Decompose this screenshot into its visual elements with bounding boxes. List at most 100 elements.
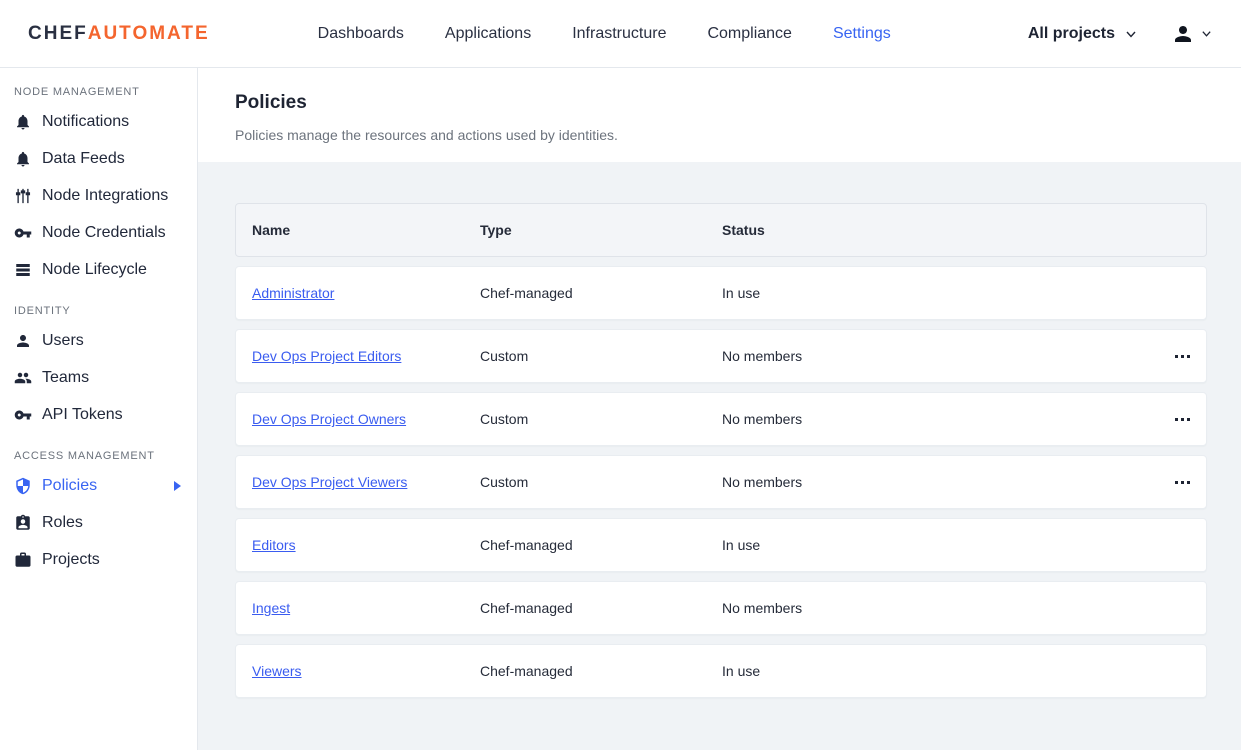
- table-row: Dev Ops Project Owners CustomNo members: [235, 392, 1207, 446]
- triangle-right-icon[interactable]: [174, 481, 181, 491]
- sidebar-section-access-management: ACCESS MANAGEMENTPoliciesRolesProjects: [0, 450, 197, 578]
- rows-icon: [14, 261, 32, 279]
- sidebar-section-node-management: NODE MANAGEMENT Notifications Data Feeds No…: [0, 86, 197, 288]
- policy-status-cell: In use: [722, 537, 1158, 553]
- policy-link[interactable]: Dev Ops Project Editors: [252, 348, 401, 364]
- nav-item-dashboards[interactable]: Dashboards: [318, 25, 404, 43]
- group-icon: [14, 369, 32, 387]
- sidebar-item-label: API Tokens: [42, 406, 123, 424]
- key-icon: [14, 224, 32, 242]
- nav-item-settings[interactable]: Settings: [833, 25, 891, 43]
- sidebar-item-node-lifecycle[interactable]: Node Lifecycle: [0, 251, 197, 288]
- shield-icon: [14, 477, 32, 495]
- policy-type-cell: Custom: [480, 474, 722, 490]
- sidebar-section-identity: IDENTITY Users Teams API Tokens: [0, 305, 197, 433]
- top-navigation: Dashboards Applications Infrastructure Comp…: [318, 25, 891, 43]
- policy-name-cell: Viewers: [236, 663, 480, 679]
- chef-automate-logo[interactable]: CHEFAUTOMATE: [28, 23, 210, 45]
- sidebar-item-node-credentials[interactable]: Node Credentials: [0, 214, 197, 251]
- nav-item-applications[interactable]: Applications: [445, 25, 531, 43]
- policy-type-cell: Custom: [480, 411, 722, 427]
- sidebar-item-policies[interactable]: Policies: [0, 467, 197, 504]
- sidebar-item-notifications[interactable]: Notifications: [0, 103, 197, 140]
- logo-chef-text: CHEF: [28, 23, 88, 45]
- sidebar-item-data-feeds[interactable]: Data Feeds: [0, 140, 197, 177]
- sidebar-item-projects[interactable]: Projects: [0, 541, 197, 578]
- content-area: Policies Policies manage the resources a…: [198, 68, 1241, 750]
- policy-name-cell: Ingest: [236, 600, 480, 616]
- row-options-menu-button[interactable]: [1171, 347, 1194, 366]
- sidebar-item-label: Roles: [42, 514, 83, 532]
- badge-icon: [14, 514, 32, 532]
- policy-type-cell: Chef-managed: [480, 285, 722, 301]
- table-row: Dev Ops Project Viewers CustomNo members: [235, 455, 1207, 509]
- policy-status-cell: No members: [722, 600, 1158, 616]
- policy-status-cell: No members: [722, 474, 1158, 490]
- table-header-row: Name Type Status: [235, 203, 1207, 257]
- policy-name-cell: Editors: [236, 537, 480, 553]
- sidebar-item-label: Projects: [42, 551, 100, 569]
- column-header-name: Name: [236, 222, 480, 238]
- policy-link[interactable]: Viewers: [252, 663, 302, 679]
- nav-item-infrastructure[interactable]: Infrastructure: [572, 25, 666, 43]
- row-options-menu-button[interactable]: [1171, 410, 1194, 429]
- row-menu-cell: [1158, 473, 1206, 492]
- ellipsis-icon: [1175, 355, 1178, 358]
- settings-sidebar: NODE MANAGEMENT Notifications Data Feeds No…: [0, 68, 198, 750]
- policy-link[interactable]: Dev Ops Project Owners: [252, 411, 406, 427]
- sidebar-item-label: Node Integrations: [42, 187, 168, 205]
- column-header-status: Status: [722, 222, 1158, 238]
- column-header-type: Type: [480, 222, 722, 238]
- main-layout: NODE MANAGEMENT Notifications Data Feeds No…: [0, 68, 1241, 750]
- sliders-icon: [14, 187, 32, 205]
- table-row: IngestChef-managedNo members: [235, 581, 1207, 635]
- bell-icon: [14, 113, 32, 131]
- nav-item-compliance[interactable]: Compliance: [707, 25, 791, 43]
- person-icon: [14, 332, 32, 350]
- briefcase-icon: [14, 551, 32, 569]
- policy-name-cell: Administrator: [236, 285, 480, 301]
- ellipsis-icon: [1175, 418, 1178, 421]
- policy-status-cell: No members: [722, 411, 1158, 427]
- policy-link[interactable]: Ingest: [252, 600, 290, 616]
- sidebar-item-label: Node Credentials: [42, 224, 166, 242]
- policy-name-cell: Dev Ops Project Editors: [236, 348, 480, 364]
- sidebar-section-title: NODE MANAGEMENT: [14, 86, 197, 98]
- user-menu[interactable]: [1171, 22, 1213, 46]
- ellipsis-icon: [1181, 355, 1184, 358]
- policy-link[interactable]: Administrator: [252, 285, 334, 301]
- projects-filter-dropdown[interactable]: All projects: [1028, 25, 1137, 43]
- policies-table: Name Type Status Administrator Chef-manag…: [235, 203, 1207, 698]
- sidebar-item-roles[interactable]: Roles: [0, 504, 197, 541]
- chevron-down-icon: [1201, 28, 1213, 40]
- table-row: Administrator Chef-managedIn use: [235, 266, 1207, 320]
- policy-status-cell: In use: [722, 285, 1158, 301]
- user-avatar-icon: [1171, 22, 1195, 46]
- sidebar-item-label: Teams: [42, 369, 89, 387]
- ellipsis-icon: [1187, 355, 1190, 358]
- sidebar-section-title: IDENTITY: [14, 305, 197, 317]
- row-options-menu-button[interactable]: [1171, 473, 1194, 492]
- logo-automate-text: AUTOMATE: [88, 23, 210, 45]
- policy-status-cell: In use: [722, 663, 1158, 679]
- sidebar-item-label: Data Feeds: [42, 150, 125, 168]
- sidebar-item-api-tokens[interactable]: API Tokens: [0, 396, 197, 433]
- policy-link[interactable]: Editors: [252, 537, 296, 553]
- page-title: Policies: [235, 92, 1241, 114]
- policy-link[interactable]: Dev Ops Project Viewers: [252, 474, 407, 490]
- top-bar: CHEFAUTOMATE Dashboards Applications Infra…: [0, 0, 1241, 68]
- sidebar-item-users[interactable]: Users: [0, 322, 197, 359]
- policy-type-cell: Chef-managed: [480, 537, 722, 553]
- sidebar-item-label: Users: [42, 332, 84, 350]
- row-menu-cell: [1158, 347, 1206, 366]
- policy-type-cell: Custom: [480, 348, 722, 364]
- projects-filter-label: All projects: [1028, 25, 1115, 43]
- table-row: Editors Chef-managedIn use: [235, 518, 1207, 572]
- page-body: Name Type Status Administrator Chef-manag…: [198, 162, 1241, 750]
- bell-icon: [14, 150, 32, 168]
- ellipsis-icon: [1187, 481, 1190, 484]
- key-icon: [14, 406, 32, 424]
- sidebar-item-node-integrations[interactable]: Node Integrations: [0, 177, 197, 214]
- sidebar-item-teams[interactable]: Teams: [0, 359, 197, 396]
- chevron-down-icon: [1125, 28, 1137, 40]
